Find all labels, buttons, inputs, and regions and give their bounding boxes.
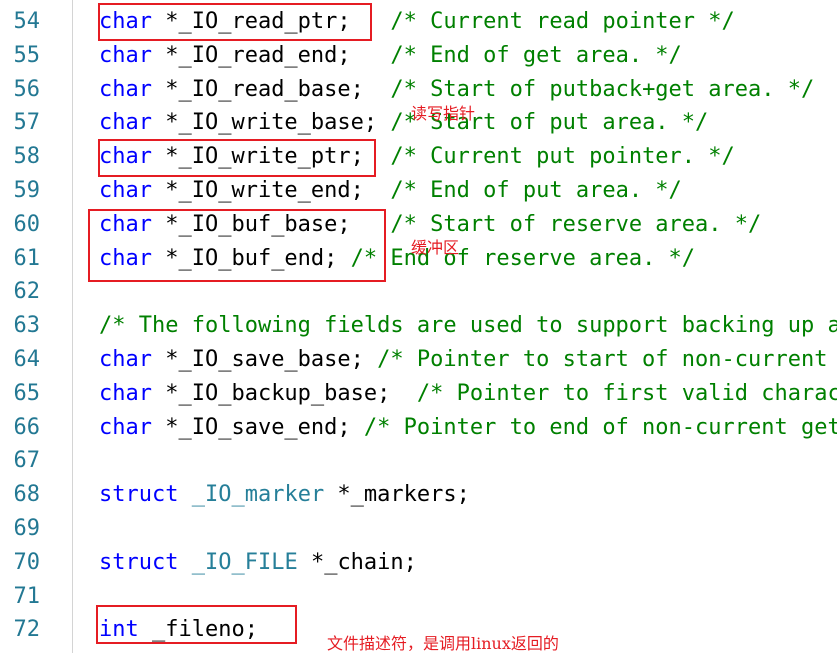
line-number: 65 xyxy=(13,380,41,406)
code-line[interactable]: 67 xyxy=(0,444,837,477)
comment-token: /* Pointer to end of non-current get are… xyxy=(363,414,837,440)
identifier-token: *_IO_write_ptr; xyxy=(151,144,391,170)
identifier-token: *_IO_read_base; xyxy=(151,76,391,102)
code-line[interactable]: 55 char *_IO_read_end; /* End of get area… xyxy=(0,39,837,72)
comment-token: /* End of get area. */ xyxy=(390,42,682,68)
code-text: char *_IO_buf_end; /* End of reserve are… xyxy=(99,242,695,275)
keyword-token: char xyxy=(99,9,152,34)
identifier-token: *_IO_read_end; xyxy=(151,42,391,68)
identifier-token xyxy=(178,550,191,575)
line-number: 71 xyxy=(13,583,41,609)
line-number: 72 xyxy=(13,617,41,643)
keyword-token: struct xyxy=(99,482,179,508)
code-text: char *_IO_backup_base; /* Pointer to fir… xyxy=(99,377,837,410)
line-number: 63 xyxy=(13,313,41,339)
code-text: struct _IO_marker *_markers; xyxy=(99,478,470,511)
keyword-token: struct xyxy=(99,549,179,575)
comment-token: /* Current put pointer. */ xyxy=(390,144,735,170)
keyword-token: char xyxy=(99,211,152,237)
code-text: char *_IO_read_end; /* End of get area. … xyxy=(99,39,682,72)
line-number: 55 xyxy=(13,42,41,68)
code-line[interactable]: 63 /* The following fields are used to su… xyxy=(0,309,837,342)
annotation-buffer: 缓冲区 xyxy=(411,238,460,257)
keyword-token: char xyxy=(99,110,152,136)
identifier-token: *_IO_save_end; xyxy=(151,414,364,440)
code-text: struct _IO_FILE *_chain; xyxy=(99,546,417,579)
code-text: char *_IO_write_end; /* End of put area.… xyxy=(99,174,682,207)
keyword-token: char xyxy=(99,42,152,68)
line-number: 64 xyxy=(13,347,41,372)
type-token: _IO_marker xyxy=(191,482,325,508)
code-line[interactable]: 62 xyxy=(0,275,837,308)
comment-token: /* End of put area. */ xyxy=(390,178,682,203)
code-line[interactable]: 54 char *_IO_read_ptr; /* Current read po… xyxy=(0,5,837,38)
comment-token: /* Pointer to start of non-current get a… xyxy=(377,347,828,372)
keyword-token: char xyxy=(99,380,152,406)
line-number: 54 xyxy=(13,9,41,34)
code-line[interactable]: 64 char *_IO_save_base; /* Pointer to sta… xyxy=(0,343,837,376)
code-text: char *_IO_read_ptr; /* Current read poin… xyxy=(99,5,735,38)
identifier-token: *_markers; xyxy=(324,482,470,508)
annotation-read-write-pointer: 读写指针 xyxy=(411,104,476,123)
comment-token: /* The following fields are used to supp… xyxy=(99,313,837,339)
line-number: 59 xyxy=(13,178,41,203)
identifier-token: *_IO_write_end; xyxy=(151,178,391,203)
line-number: 57 xyxy=(13,110,41,136)
comment-token: /* Pointer to first valid character of b… xyxy=(416,380,837,406)
annotation-file-descriptor: 文件描述符，是调用linux返回的 xyxy=(327,634,559,653)
keyword-token: char xyxy=(99,245,152,271)
code-text: char *_IO_write_base; /* Start of put ar… xyxy=(99,106,708,139)
line-number: 69 xyxy=(13,516,41,541)
type-token: _IO_FILE xyxy=(191,549,298,575)
keyword-token: char xyxy=(99,144,152,170)
keyword-token: char xyxy=(99,414,152,440)
line-number: 56 xyxy=(13,76,41,102)
code-line[interactable]: 70 struct _IO_FILE *_chain; xyxy=(0,546,837,579)
code-line[interactable]: 69 xyxy=(0,512,837,545)
identifier-token xyxy=(178,482,191,507)
code-text: int _fileno; xyxy=(99,613,258,646)
line-number: 60 xyxy=(13,211,41,237)
line-number: 68 xyxy=(13,482,41,508)
code-line[interactable]: 71 xyxy=(0,580,837,613)
code-line[interactable]: 66 char *_IO_save_end; /* Pointer to end … xyxy=(0,411,837,444)
identifier-token: *_IO_backup_base; xyxy=(151,380,417,406)
code-line[interactable]: 59 char *_IO_write_end; /* End of put are… xyxy=(0,174,837,207)
identifier-token: *_IO_read_ptr; xyxy=(151,9,391,34)
comment-token: /* Current read pointer */ xyxy=(390,9,735,34)
line-number: 70 xyxy=(13,549,41,575)
code-line[interactable]: 65 char *_IO_backup_base; /* Pointer to f… xyxy=(0,377,837,410)
identifier-token: *_IO_buf_base; xyxy=(151,211,391,237)
code-editor[interactable]: 54 char *_IO_read_ptr; /* Current read po… xyxy=(0,0,837,653)
keyword-token: char xyxy=(99,76,152,102)
code-line[interactable]: 58 char *_IO_write_ptr; /* Current put po… xyxy=(0,140,837,173)
code-text: char *_IO_save_base; /* Pointer to start… xyxy=(99,343,837,376)
identifier-token: *_IO_buf_end; xyxy=(151,245,351,271)
identifier-token: *_IO_write_base; xyxy=(151,110,391,136)
keyword-token: int xyxy=(99,617,139,643)
code-text: char *_IO_write_ptr; /* Current put poin… xyxy=(99,140,735,173)
code-line[interactable]: 68 struct _IO_marker *_markers; xyxy=(0,478,837,511)
line-number: 67 xyxy=(13,448,41,474)
identifier-token: _fileno; xyxy=(138,617,258,643)
keyword-token: char xyxy=(99,178,152,203)
comment-token: /* End of reserve area. */ xyxy=(350,245,696,271)
identifier-token: *_IO_save_base; xyxy=(151,347,378,372)
identifier-token: *_chain; xyxy=(297,549,417,575)
comment-token: /* Start of putback+get area. */ xyxy=(390,76,815,102)
line-number: 58 xyxy=(13,144,41,170)
code-text: /* The following fields are used to supp… xyxy=(99,309,837,342)
line-number: 66 xyxy=(13,414,41,440)
line-number: 61 xyxy=(13,245,41,271)
keyword-token: char xyxy=(99,347,152,372)
line-number: 62 xyxy=(13,279,41,305)
code-text: char *_IO_save_end; /* Pointer to end of… xyxy=(99,411,837,444)
